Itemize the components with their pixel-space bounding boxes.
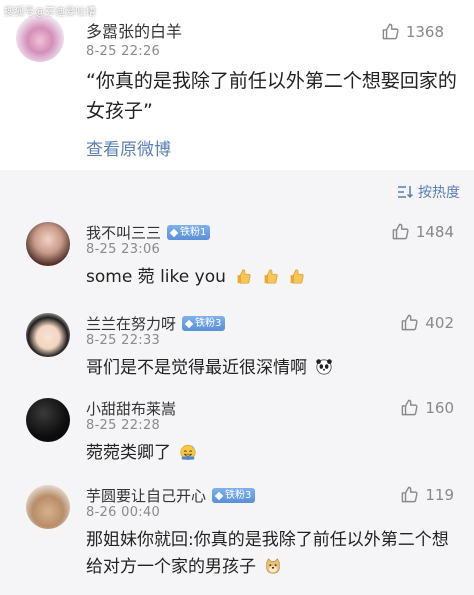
watermark: 搜狐号@芬迪爱吐槽	[4, 7, 96, 18]
comment-avatar[interactable]	[26, 485, 70, 529]
comment-author-name: 兰兰在努力呀	[86, 315, 177, 333]
view-original-link[interactable]: 查看原微博	[86, 135, 171, 160]
comment-like-count: 402	[425, 313, 454, 332]
comment-text: 那姐妹你就回:你真的是我除了前任以外第二个想给对方一个家的男孩子	[86, 527, 458, 581]
thumbs-up-icon	[382, 23, 399, 40]
post-like-button[interactable]: 1368	[381, 22, 444, 41]
comment-avatar[interactable]	[26, 222, 70, 266]
fan-badge[interactable]: 铁粉1	[167, 225, 211, 240]
sort-button[interactable]: 按热度	[397, 182, 460, 202]
comment-section: 按热度 我不叫三三 铁粉1 8-25 23:06 1484 some 菀 lik…	[0, 170, 474, 595]
post-author-avatar[interactable]	[16, 14, 64, 62]
comment-text: 菀菀类卿了	[86, 440, 458, 467]
comment-author-name: 我不叫三三	[86, 224, 162, 242]
thumbs-up-icon	[402, 314, 418, 331]
comment-text: 哥们是不是觉得最近很深情啊	[86, 355, 458, 382]
comment-like-button[interactable]: 402	[400, 313, 454, 332]
thumbs-up-icon	[402, 399, 418, 416]
post-text: “你真的是我除了前任以外第二个想娶回家的女孩子”	[86, 70, 457, 122]
thumbs-up-icon	[402, 486, 418, 503]
comment-like-count: 160	[425, 398, 454, 417]
comment-time: 8-26 00:40	[86, 505, 161, 520]
panda-emoji	[316, 359, 333, 375]
comment-avatar[interactable]	[26, 398, 70, 442]
thumbs-up-emoji	[290, 269, 304, 284]
original-post: 多嚣张的白羊 8-25 22:26 1368 “你真的是我除了前任以外第二个想娶…	[0, 0, 474, 170]
comment-time: 8-25 23:06	[86, 242, 161, 257]
thumbs-up-icon	[392, 223, 409, 240]
comment-like-button[interactable]: 160	[400, 398, 454, 417]
comment-author-name: 芋圆要让自己开心	[86, 487, 207, 505]
comment-text-content: 哥们是不是觉得最近很深情啊	[86, 358, 307, 378]
fan-badge-label: 铁粉3	[195, 318, 222, 329]
sweat-smile-emoji	[180, 444, 196, 461]
comment-like-count: 1484	[415, 222, 454, 241]
comment-author[interactable]: 芋圆要让自己开心 铁粉3	[86, 485, 256, 506]
sort-icon	[398, 186, 413, 199]
sort-label: 按热度	[418, 185, 460, 201]
fan-badge[interactable]: 铁粉3	[182, 316, 226, 331]
comment-author-name: 小甜甜布莱嵩	[86, 400, 177, 418]
thumbs-up-emoji	[264, 269, 278, 284]
comment-like-count: 119	[425, 485, 454, 504]
comment-text-content: some 菀 like you	[86, 267, 226, 287]
post-like-count: 1368	[405, 22, 444, 41]
comment-author[interactable]: 兰兰在努力呀 铁粉3	[86, 313, 226, 334]
comment-like-button[interactable]: 119	[400, 485, 454, 504]
diamond-icon	[169, 228, 179, 237]
comment-text: some 菀 like you	[86, 264, 458, 291]
diamond-icon	[214, 491, 224, 500]
fan-badge-label: 铁粉1	[180, 227, 207, 238]
comment-like-button[interactable]: 1484	[391, 222, 454, 241]
post-author-name[interactable]: 多嚣张的白羊	[86, 18, 182, 42]
comment-text-content: 菀菀类卿了	[86, 443, 171, 463]
doge-emoji	[266, 558, 281, 574]
fan-badge-label: 铁粉3	[225, 490, 252, 501]
comment-author[interactable]: 我不叫三三 铁粉1	[86, 222, 211, 243]
thumbs-up-emoji	[237, 269, 251, 284]
comment-avatar[interactable]	[26, 313, 70, 357]
comment-author[interactable]: 小甜甜布莱嵩	[86, 398, 176, 419]
comment-time: 8-25 22:28	[86, 418, 161, 433]
comment-time: 8-25 22:33	[86, 333, 161, 348]
diamond-icon	[184, 319, 194, 328]
post-time: 8-25 22:26	[86, 44, 161, 59]
fan-badge[interactable]: 铁粉3	[212, 488, 256, 503]
